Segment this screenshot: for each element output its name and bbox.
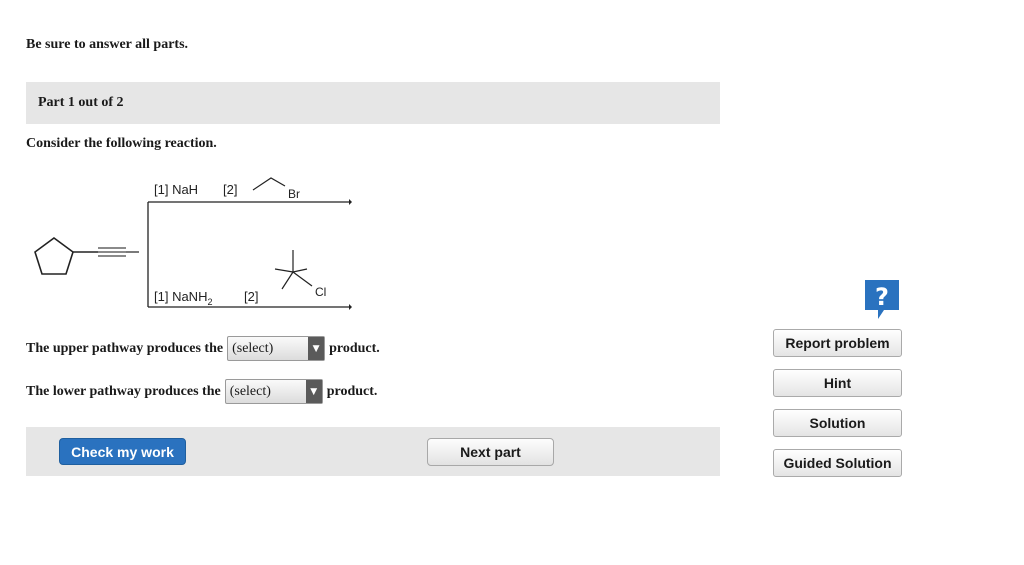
lower-pathway-question: The lower pathway produces the (select) … bbox=[26, 379, 377, 404]
upper-reagent-step2: [2] bbox=[223, 182, 237, 197]
lower-question-suffix: product. bbox=[326, 383, 378, 399]
triangle-down-icon: ▼ bbox=[305, 380, 322, 403]
upper-pathway-question: The upper pathway produces the (select) … bbox=[26, 336, 380, 361]
lower-select-value: (select) bbox=[229, 383, 271, 399]
solution-button[interactable]: Solution bbox=[773, 409, 902, 437]
cyclopentyl-ring bbox=[34, 237, 74, 275]
upper-halide-label: Br bbox=[288, 187, 300, 201]
triangle-down-icon: ▼ bbox=[308, 337, 325, 360]
triple-bond bbox=[98, 247, 126, 257]
part-label: Part 1 out of 2 bbox=[38, 95, 124, 110]
allyl-bromide-chain bbox=[252, 177, 286, 191]
report-problem-button[interactable]: Report problem bbox=[773, 329, 902, 357]
upper-question-suffix: product. bbox=[329, 340, 380, 356]
question-text: Consider the following reaction. bbox=[26, 136, 217, 151]
svg-text:?: ? bbox=[875, 283, 889, 311]
lower-question-prefix: The lower pathway produces the bbox=[26, 383, 221, 399]
upper-question-prefix: The upper pathway produces the bbox=[26, 340, 224, 356]
reaction-scheme: [1] NaH [2] Br [1] NaNH2 [2] Cl bbox=[34, 177, 352, 310]
lower-halide-label: Cl bbox=[315, 285, 326, 299]
upper-select-value: (select) bbox=[232, 340, 274, 356]
check-my-work-button[interactable]: Check my work bbox=[59, 438, 186, 465]
lower-reagent-step1: [1] NaNH2 bbox=[154, 289, 212, 307]
action-bar: Check my work Next part bbox=[26, 427, 720, 476]
lower-pathway-select[interactable]: (select) ▼ bbox=[224, 379, 323, 404]
tert-butyl-chloride bbox=[274, 250, 313, 290]
lower-reagent-step2: [2] bbox=[244, 289, 258, 304]
guided-solution-button[interactable]: Guided Solution bbox=[773, 449, 902, 477]
next-part-button[interactable]: Next part bbox=[427, 438, 554, 466]
hint-button[interactable]: Hint bbox=[773, 369, 902, 397]
instructions-text: Be sure to answer all parts. bbox=[26, 37, 189, 52]
help-question-icon[interactable]: ? bbox=[862, 277, 902, 321]
upper-pathway-select[interactable]: (select) ▼ bbox=[227, 336, 326, 361]
part-header: Part 1 out of 2 bbox=[26, 82, 720, 124]
upper-reagent-step1: [1] NaH bbox=[154, 182, 198, 197]
